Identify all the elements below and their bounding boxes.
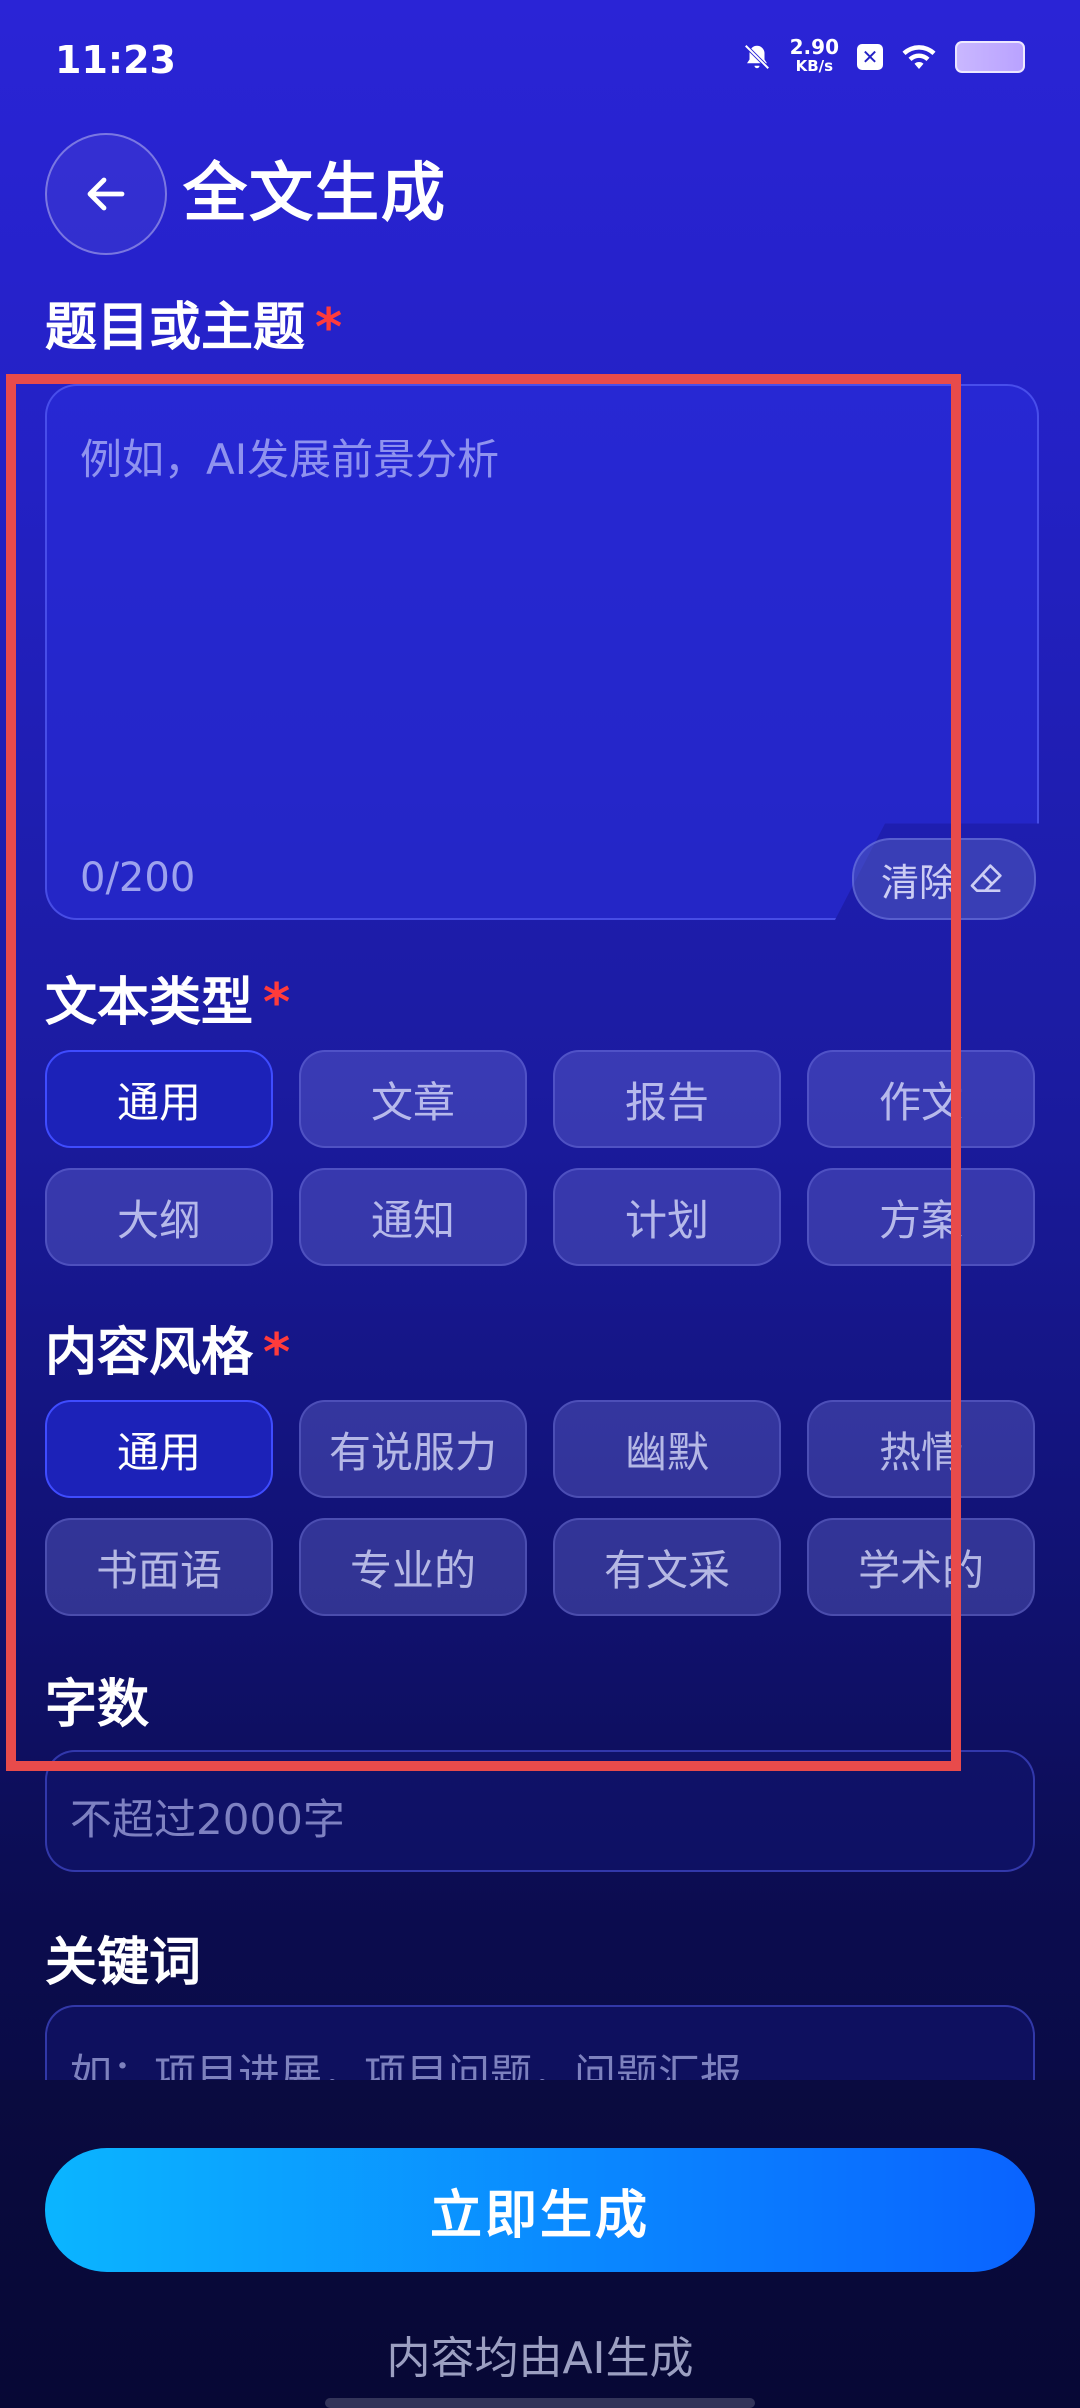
text-type-label: 文本类型 * xyxy=(45,973,291,1033)
style-option[interactable]: 有说服力 xyxy=(299,1400,527,1498)
style-option[interactable]: 通用 xyxy=(45,1400,273,1498)
topic-label: 题目或主题 * xyxy=(45,298,343,358)
eraser-icon xyxy=(970,864,1002,892)
text-type-option[interactable]: 大纲 xyxy=(45,1168,273,1266)
word-count-placeholder: 不超过2000字 xyxy=(70,1795,345,1844)
text-type-option[interactable]: 方案 xyxy=(807,1168,1035,1266)
required-star: * xyxy=(263,973,291,1033)
text-type-options: 通用 文章 报告 作文 大纲 通知 计划 方案 xyxy=(45,1050,1035,1266)
required-star: * xyxy=(263,1323,291,1383)
style-option[interactable]: 书面语 xyxy=(45,1518,273,1616)
ai-disclaimer: 内容均由AI生成 xyxy=(386,2333,694,2384)
generate-button[interactable]: 立即生成 xyxy=(45,2148,1035,2272)
home-indicator[interactable] xyxy=(325,2398,755,2408)
text-type-option[interactable]: 报告 xyxy=(553,1050,781,1148)
status-bar: 11:23 2.90 KB/s ✕ xyxy=(0,0,1080,125)
back-button[interactable] xyxy=(45,133,167,255)
style-option[interactable]: 学术的 xyxy=(807,1518,1035,1616)
style-label: 内容风格 * xyxy=(45,1323,291,1383)
text-type-option[interactable]: 通用 xyxy=(45,1050,273,1148)
style-option[interactable]: 幽默 xyxy=(553,1400,781,1498)
word-count-label: 字数 xyxy=(45,1675,150,1735)
text-type-option[interactable]: 通知 xyxy=(299,1168,527,1266)
network-speed: 2.90 KB/s xyxy=(789,35,839,75)
notification-x-icon: ✕ xyxy=(857,44,883,70)
style-options: 通用 有说服力 幽默 热情 书面语 专业的 有文采 学术的 xyxy=(45,1400,1035,1616)
clear-button[interactable]: 清除 xyxy=(852,838,1036,920)
keywords-label: 关键词 xyxy=(45,1933,202,1993)
text-type-option[interactable]: 文章 xyxy=(299,1050,527,1148)
header: 全文生成 xyxy=(0,130,1080,255)
required-star: * xyxy=(315,298,343,358)
battery-icon xyxy=(955,41,1025,73)
status-time: 11:23 xyxy=(55,38,176,82)
style-option[interactable]: 专业的 xyxy=(299,1518,527,1616)
style-option[interactable]: 热情 xyxy=(807,1400,1035,1498)
topic-placeholder: 例如，AI发展前景分析 xyxy=(80,435,500,484)
page-title: 全文生成 xyxy=(183,157,447,231)
status-icons: 2.90 KB/s ✕ xyxy=(742,35,1025,76)
wifi-icon xyxy=(902,45,936,69)
text-type-option[interactable]: 作文 xyxy=(807,1050,1035,1148)
char-counter: 0/200 xyxy=(80,855,196,901)
arrow-left-icon xyxy=(87,177,125,211)
bell-muted-icon xyxy=(744,44,770,70)
style-option[interactable]: 有文采 xyxy=(553,1518,781,1616)
text-type-option[interactable]: 计划 xyxy=(553,1168,781,1266)
